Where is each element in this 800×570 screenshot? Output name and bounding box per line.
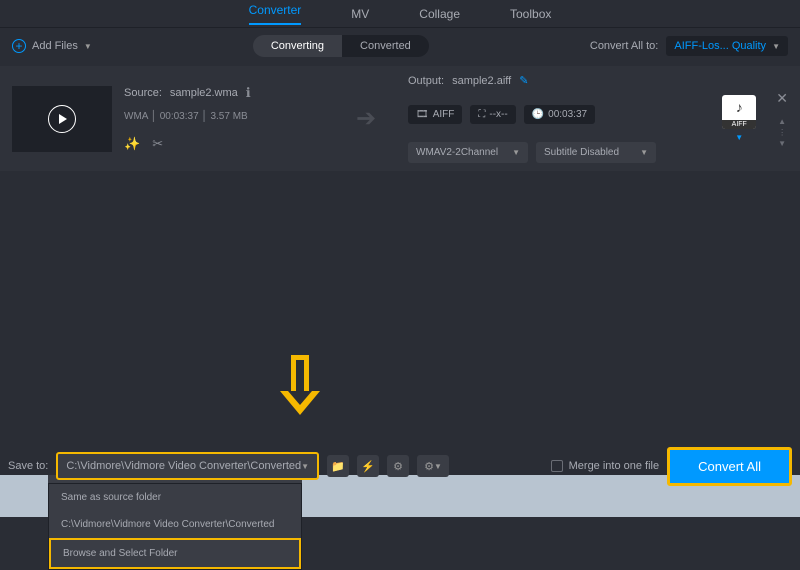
play-icon <box>48 105 76 133</box>
subtitle-dropdown[interactable]: Subtitle Disabled▼ <box>536 142 656 163</box>
edit-icon[interactable]: ✎ <box>519 74 528 87</box>
annotation-arrow <box>280 355 320 415</box>
menu-same-as-source[interactable]: Same as source folder <box>49 484 301 511</box>
output-label: Output: <box>408 75 444 87</box>
footer: Save to: C:\Vidmore\Vidmore Video Conver… <box>0 427 800 517</box>
main-tabs: Converter MV Collage Toolbox <box>0 0 800 28</box>
audio-channel-dropdown[interactable]: WMAV2-2Channel▼ <box>408 142 528 163</box>
output-format-icon[interactable]: ♪ AIFF <box>722 95 756 129</box>
tab-converting[interactable]: Converting <box>253 35 342 57</box>
merge-checkbox[interactable] <box>551 460 563 472</box>
menu-browse-folder[interactable]: Browse and Select Folder <box>49 538 301 569</box>
chevron-down-icon: ▼ <box>512 148 520 157</box>
tab-converted[interactable]: Converted <box>342 35 429 57</box>
source-duration: 00:03:37 <box>160 111 199 122</box>
tab-mv[interactable]: MV <box>351 7 369 21</box>
file-item: Source: sample2.wma ℹ WMA │ 00:03:37 │ 3… <box>0 66 800 171</box>
output-format-dropdown[interactable]: AIFF-Los... Quality ▼ <box>666 36 788 56</box>
save-path-dropdown[interactable]: C:\Vidmore\Vidmore Video Converter\Conve… <box>56 452 319 480</box>
chevron-down-icon: ▼ <box>772 42 780 51</box>
save-to-label: Save to: <box>8 460 48 472</box>
open-folder-button[interactable]: 📁 <box>327 455 349 477</box>
add-files-label: Add Files <box>32 40 78 52</box>
music-note-icon: ♪ <box>736 99 743 115</box>
info-icon[interactable]: ℹ <box>246 85 251 101</box>
output-resolution-chip: ⛶ --x-- <box>470 105 515 124</box>
chevron-down-icon: ▼ <box>301 462 309 471</box>
source-label: Source: <box>124 87 162 99</box>
star-icon[interactable]: ✨ <box>124 136 140 152</box>
convert-all-button[interactable]: Convert All <box>667 447 792 486</box>
save-path-value: C:\Vidmore\Vidmore Video Converter\Conve… <box>66 460 301 472</box>
source-column: Source: sample2.wma ℹ WMA │ 00:03:37 │ 3… <box>124 85 324 152</box>
drag-handle-icon[interactable]: ⋮ <box>778 128 786 137</box>
convert-all-to-label: Convert All to: <box>590 40 658 52</box>
merge-label: Merge into one file <box>569 460 660 472</box>
source-codec: WMA <box>124 111 148 122</box>
save-path-menu: Same as source folder C:\Vidmore\Vidmore… <box>48 483 302 570</box>
tab-toolbox[interactable]: Toolbox <box>510 7 551 21</box>
chevron-down-icon[interactable]: ▼ <box>735 133 743 142</box>
tab-converter[interactable]: Converter <box>249 3 302 25</box>
move-down-button[interactable]: ▼ <box>778 139 786 148</box>
source-filename: sample2.wma <box>170 87 238 99</box>
chevron-down-icon: ▼ <box>640 148 648 157</box>
boost-button[interactable]: ⚡ <box>357 455 379 477</box>
add-files-button[interactable]: + Add Files ▼ <box>12 39 92 53</box>
plus-icon: + <box>12 39 26 53</box>
output-format-chip: 🎞 AIFF <box>408 105 462 124</box>
convert-all-to: Convert All to: AIFF-Los... Quality ▼ <box>590 36 788 56</box>
remove-item-button[interactable]: ✕ <box>776 90 788 107</box>
preview-thumbnail[interactable] <box>12 86 112 152</box>
output-column: Output: sample2.aiff ✎ 🎞 AIFF ⛶ --x-- 🕒 … <box>408 74 710 163</box>
reorder-controls: ▲ ⋮ ▼ <box>778 117 786 148</box>
source-size: 3.57 MB <box>210 111 247 122</box>
hardware-accel-button[interactable]: ⚙ <box>387 455 409 477</box>
toolbar: + Add Files ▼ Converting Converted Conve… <box>0 28 800 64</box>
output-duration-chip: 🕒 00:03:37 <box>524 105 595 124</box>
cut-icon[interactable]: ✂ <box>152 136 163 152</box>
chevron-down-icon: ▼ <box>84 42 92 51</box>
status-toggle: Converting Converted <box>253 35 429 57</box>
menu-recent-path[interactable]: C:\Vidmore\Vidmore Video Converter\Conve… <box>49 511 301 538</box>
settings-dropdown[interactable]: ⚙ ▼ <box>417 455 449 477</box>
output-filename: sample2.aiff <box>452 75 511 87</box>
move-up-button[interactable]: ▲ <box>778 117 786 126</box>
arrow-icon: ➔ <box>336 104 396 133</box>
output-format-badge: AIFF <box>722 120 756 129</box>
output-format-value: AIFF-Los... Quality <box>674 40 766 52</box>
tab-collage[interactable]: Collage <box>419 7 460 21</box>
